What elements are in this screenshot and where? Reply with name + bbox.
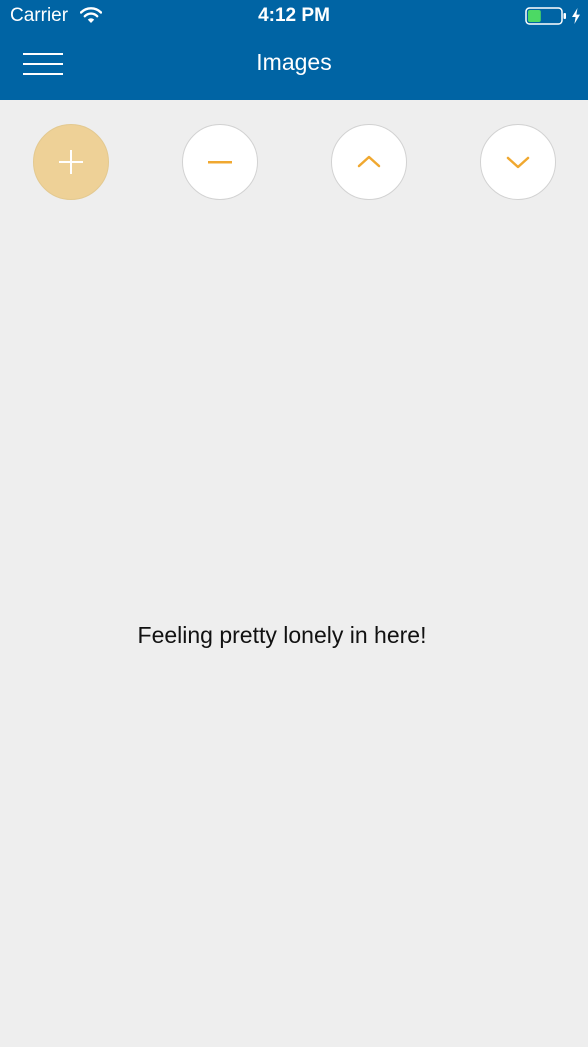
chevron-up-icon xyxy=(357,155,381,168)
menu-button[interactable] xyxy=(14,42,72,86)
header: Carrier 4:12 PM Images xyxy=(0,0,588,100)
plus-icon xyxy=(59,150,83,174)
clock-time: 4:12 PM xyxy=(258,5,330,26)
chevron-down-icon xyxy=(506,156,530,169)
move-up-button[interactable] xyxy=(331,124,407,200)
minus-icon xyxy=(208,161,232,164)
images-screen: Carrier 4:12 PM Images Feeling pretty lo… xyxy=(0,0,588,1047)
battery-icon xyxy=(525,7,566,25)
status-bar: Carrier 4:12 PM xyxy=(0,0,588,32)
battery-level-fill xyxy=(528,10,541,22)
image-actions-toolbar xyxy=(0,100,588,220)
hamburger-menu-icon xyxy=(23,53,63,75)
empty-state-message: Feeling pretty lonely in here! xyxy=(137,622,427,648)
page-title: Images xyxy=(256,49,332,75)
navigation-bar: Images xyxy=(0,32,588,100)
add-image-button[interactable] xyxy=(33,124,109,200)
move-down-button[interactable] xyxy=(480,124,556,200)
remove-image-button[interactable] xyxy=(182,124,258,200)
charging-bolt-icon xyxy=(572,8,580,24)
